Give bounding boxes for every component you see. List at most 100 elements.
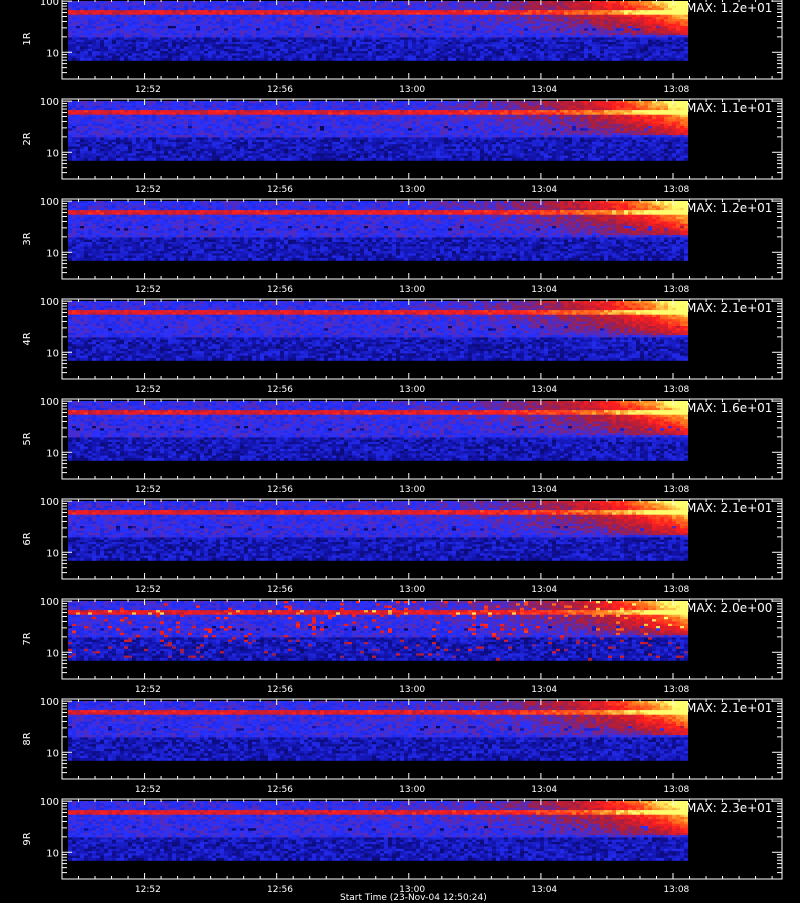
heatmap-cell — [220, 58, 224, 61]
x-tick-label: 13:04 — [531, 85, 557, 95]
heatmap-cell — [280, 58, 284, 61]
heatmap-cell — [128, 58, 132, 61]
heatmap-cell — [296, 58, 300, 61]
heatmap-cell — [116, 158, 120, 161]
heatmap-cells — [68, 1, 688, 61]
heatmap-cell — [564, 58, 568, 61]
x-tick-label: 13:00 — [399, 85, 425, 95]
heatmap-cell — [188, 158, 192, 161]
heatmap-cell — [444, 58, 448, 61]
max-label: MAX: 1.2e+01 — [686, 1, 772, 15]
heatmap-cell — [144, 58, 148, 61]
heatmap-cell — [304, 58, 308, 61]
heatmap-cell — [260, 58, 264, 61]
heatmap-cell — [556, 58, 560, 61]
heatmap-cell — [112, 58, 116, 61]
heatmap-cell — [104, 158, 108, 161]
heatmap-cell — [572, 58, 576, 61]
heatmap-cell — [192, 58, 196, 61]
heatmap-cell — [472, 58, 476, 61]
heatmap-cell — [596, 58, 600, 61]
spectrogram-stack: 12:5212:5613:0013:0413:08100101RMAX: 1.2… — [0, 0, 800, 900]
heatmap-cell — [88, 58, 92, 61]
heatmap-cell — [88, 158, 92, 161]
heatmap-cell — [164, 58, 168, 61]
heatmap-cell — [576, 58, 580, 61]
heatmap-cell — [132, 158, 136, 161]
heatmap-cell — [360, 58, 364, 61]
y-tick-label: 100 — [40, 0, 59, 8]
heatmap-cell — [488, 58, 492, 61]
heatmap-cell — [300, 58, 304, 61]
heatmap-cell — [616, 58, 620, 61]
heatmap-cell — [460, 58, 464, 61]
heatmap-cell — [344, 58, 348, 61]
panel-2R: 12:5212:5613:0013:0413:08100102RMAX: 1.1… — [22, 97, 782, 195]
heatmap-cell — [516, 58, 520, 61]
heatmap-cell — [648, 58, 652, 61]
heatmap-cell — [672, 58, 676, 61]
heatmap-cell — [668, 58, 672, 61]
heatmap-cell — [180, 58, 184, 61]
heatmap-cell — [148, 58, 152, 61]
heatmap-cell — [96, 58, 100, 61]
heatmap-cell — [608, 58, 612, 61]
heatmap-cell — [328, 58, 332, 61]
heatmap-cell — [500, 58, 504, 61]
heatmap-cell — [568, 58, 572, 61]
heatmap-cell — [104, 58, 108, 61]
heatmap-cell — [640, 58, 644, 61]
heatmap-cell — [424, 58, 428, 61]
heatmap-cell — [140, 158, 144, 161]
heatmap-cell — [308, 58, 312, 61]
heatmap-cell — [116, 58, 120, 61]
heatmap-cell — [68, 158, 72, 161]
heatmap-cell — [676, 58, 680, 61]
heatmap-cell — [72, 158, 76, 161]
heatmap-cell — [172, 158, 176, 161]
heatmap-cell — [292, 58, 296, 61]
heatmap-cell — [652, 58, 656, 61]
heatmap-cell — [168, 158, 172, 161]
heatmap-cell — [108, 58, 112, 61]
heatmap-cell — [236, 58, 240, 61]
heatmap-cell — [180, 158, 184, 161]
heatmap-cell — [420, 58, 424, 61]
heatmap-cell — [452, 58, 456, 61]
heatmap-cell — [96, 158, 100, 161]
heatmap-cell — [264, 58, 268, 61]
heatmap-cell — [436, 58, 440, 61]
heatmap-cell — [160, 58, 164, 61]
heatmap-cell — [508, 58, 512, 61]
heatmap-cell — [524, 58, 528, 61]
heatmap-cell — [456, 58, 460, 61]
heatmap-cell — [184, 58, 188, 61]
heatmap-cell — [132, 58, 136, 61]
heatmap-cell — [624, 58, 628, 61]
heatmap-cell — [484, 58, 488, 61]
heatmap-cell — [124, 158, 128, 161]
heatmap-cell — [592, 58, 596, 61]
heatmap-cell — [432, 58, 436, 61]
heatmap-cell — [140, 58, 144, 61]
heatmap-cell — [636, 58, 640, 61]
heatmap-cell — [504, 58, 508, 61]
heatmap-cell — [196, 58, 200, 61]
heatmap-cells — [68, 101, 688, 161]
heatmap-cell — [400, 58, 404, 61]
heatmap-cell — [72, 58, 76, 61]
heatmap-cell — [560, 58, 564, 61]
heatmap-cell — [208, 58, 212, 61]
heatmap-cell — [468, 58, 472, 61]
heatmap-cell — [192, 158, 196, 161]
heatmap-cell — [440, 58, 444, 61]
heatmap-cell — [112, 158, 116, 161]
heatmap-cell — [224, 58, 228, 61]
heatmap-cell — [232, 58, 236, 61]
heatmap-cell — [268, 58, 272, 61]
heatmap-cell — [168, 58, 172, 61]
heatmap-cell — [320, 58, 324, 61]
heatmap-cell — [160, 158, 164, 161]
heatmap-cell — [68, 58, 72, 61]
heatmap-cell — [252, 58, 256, 61]
